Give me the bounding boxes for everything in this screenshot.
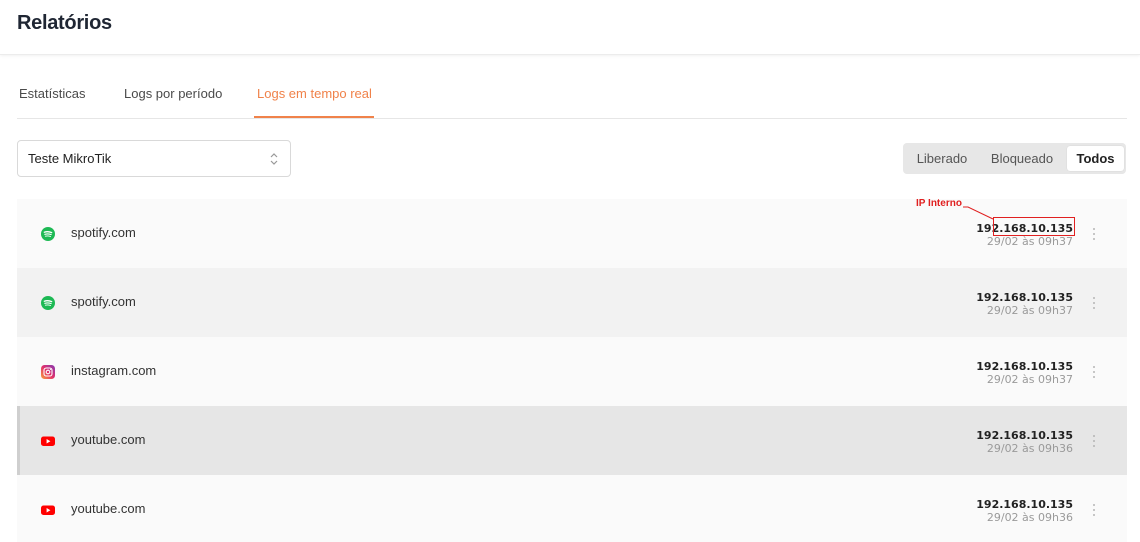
spotify-icon [41, 227, 55, 241]
log-ip: 192.168.10.135 [976, 429, 1073, 442]
tab-estatisticas[interactable]: Estatísticas [19, 86, 85, 101]
more-options-icon[interactable] [1089, 363, 1099, 381]
log-ip: 192.168.10.135 [976, 291, 1073, 304]
log-site: youtube.com [71, 501, 146, 516]
log-site: instagram.com [71, 363, 157, 378]
youtube-icon [41, 436, 55, 446]
log-row[interactable]: youtube.com 192.168.10.135 29/02 às 09h3… [17, 406, 1127, 475]
tab-bar: Estatísticas Logs por período Logs em te… [17, 75, 1127, 119]
log-ip: 192.168.10.135 [976, 360, 1073, 373]
youtube-icon [41, 505, 55, 515]
log-time: 29/02 às 09h37 [986, 235, 1073, 248]
log-site: spotify.com [71, 294, 136, 309]
tab-logs-por-periodo[interactable]: Logs por período [124, 86, 222, 101]
annotation-label: IP Interno [916, 198, 962, 209]
instagram-icon [41, 365, 55, 379]
filter-bloqueado-button[interactable]: Bloqueado [981, 146, 1063, 171]
more-options-icon[interactable] [1089, 501, 1099, 519]
more-options-icon[interactable] [1089, 225, 1099, 243]
more-options-icon[interactable] [1089, 432, 1099, 450]
log-time: 29/02 às 09h36 [986, 511, 1073, 524]
log-time: 29/02 às 09h37 [986, 304, 1073, 317]
log-row[interactable]: youtube.com 192.168.10.135 29/02 às 09h3… [17, 475, 1127, 542]
annotation-highlight-box [993, 217, 1075, 236]
log-row[interactable]: instagram.com 192.168.10.135 29/02 às 09… [17, 337, 1127, 406]
status-filter: Liberado Bloqueado Todos [903, 143, 1126, 174]
log-site: youtube.com [71, 432, 146, 447]
log-row[interactable]: spotify.com 192.168.10.135 29/02 às 09h3… [17, 268, 1127, 337]
log-ip: 192.168.10.135 [976, 498, 1073, 511]
filter-todos-button[interactable]: Todos [1067, 146, 1124, 171]
log-list: spotify.com 192.168.10.135 29/02 às 09h3… [17, 199, 1127, 542]
top-bar: Relatórios [0, 0, 1140, 55]
log-site: spotify.com [71, 225, 136, 240]
spotify-icon [41, 296, 55, 310]
log-time: 29/02 às 09h37 [986, 373, 1073, 386]
page-title: Relatórios [17, 12, 112, 34]
log-time: 29/02 às 09h36 [986, 442, 1073, 455]
tab-logs-em-tempo-real[interactable]: Logs em tempo real [257, 86, 372, 101]
device-select-value: Teste MikroTik [28, 151, 112, 166]
chevron-up-down-icon [270, 153, 278, 165]
filter-liberado-button[interactable]: Liberado [907, 146, 977, 171]
active-tab-indicator [254, 116, 374, 118]
device-select[interactable]: Teste MikroTik [17, 140, 291, 177]
more-options-icon[interactable] [1089, 294, 1099, 312]
